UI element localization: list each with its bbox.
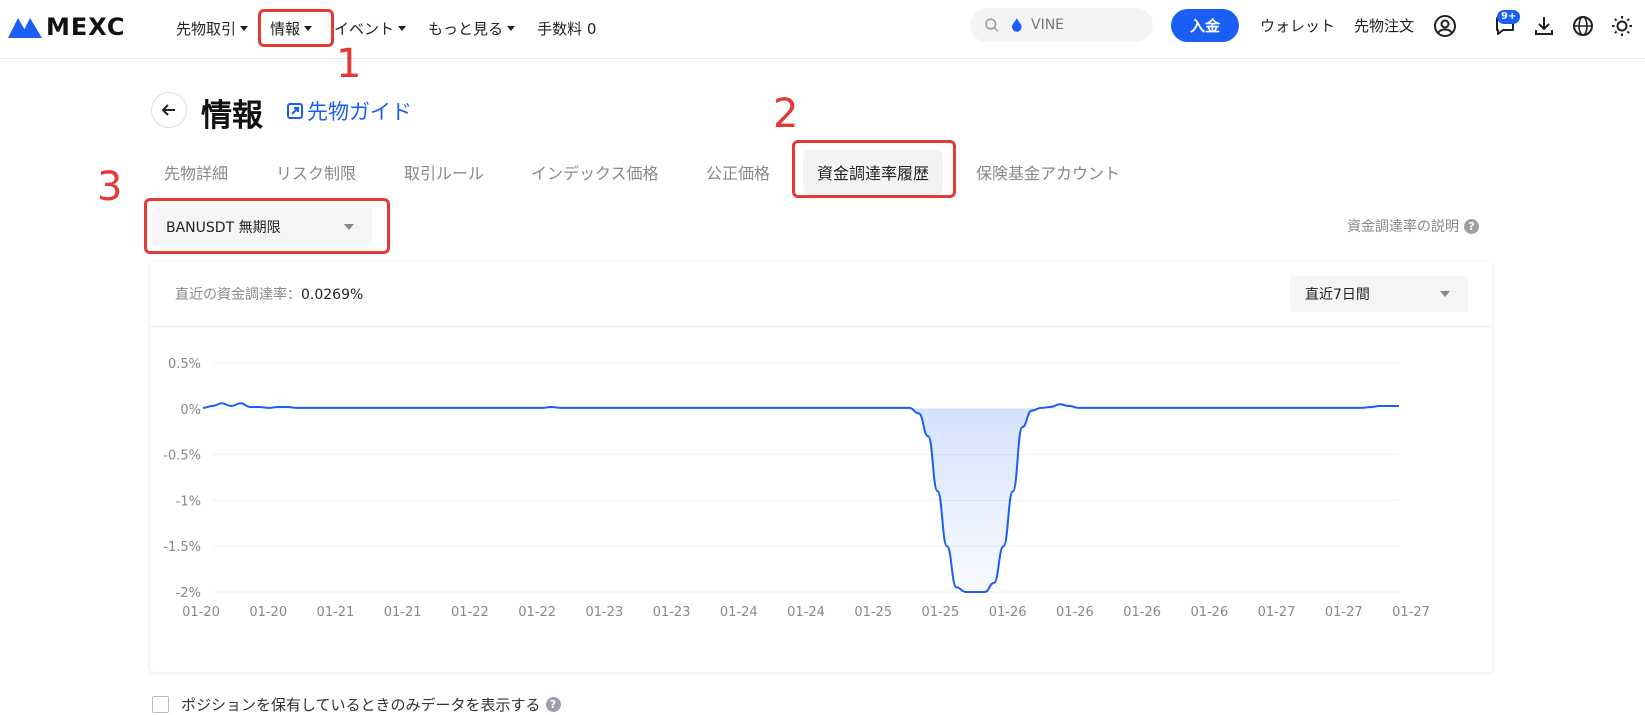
download-button[interactable]	[1531, 13, 1557, 39]
y-tick-label: -0.5%	[163, 449, 201, 464]
x-tick-label: 01-24	[787, 605, 825, 620]
search-icon	[985, 18, 999, 32]
tab-futures-details[interactable]: 先物詳細	[164, 160, 228, 184]
x-tick-label: 01-26	[989, 605, 1027, 620]
top-navigation-bar: MEXC 先物取引 情報 イベント もっと見る 手数料 0 入金 ウォレット 先…	[0, 0, 1645, 59]
nav-label: イベント	[334, 19, 395, 38]
tab-risk-limits[interactable]: リスク制限	[276, 160, 356, 184]
x-tick-label: 01-25	[854, 605, 892, 620]
guide-icon	[287, 103, 303, 119]
y-tick-label: -1.5%	[163, 540, 201, 555]
arrow-left-icon	[161, 104, 175, 116]
notification-badge: 9+	[1497, 10, 1521, 24]
page-title: 情報	[201, 98, 263, 134]
funding-rate-line	[202, 402, 1399, 593]
nav-fees[interactable]: 手数料 0	[537, 14, 596, 42]
mexc-logo-icon	[8, 18, 42, 38]
x-tick-label: 01-27	[1325, 605, 1363, 620]
nav-label: 先物取引	[176, 19, 237, 38]
language-button[interactable]	[1570, 13, 1596, 39]
x-tick-label: 01-20	[182, 605, 220, 620]
futures-orders-link[interactable]: 先物注文	[1354, 15, 1414, 36]
x-tick-label: 01-23	[585, 605, 623, 620]
futures-guide-link[interactable]: 先物ガイド	[286, 96, 412, 126]
nav-events[interactable]: イベント	[334, 14, 407, 42]
x-tick-label: 01-25	[922, 605, 960, 620]
x-tick-label: 01-22	[451, 605, 489, 620]
main-nav: 先物取引 情報 イベント もっと見る 手数料 0	[176, 14, 618, 42]
user-avatar-icon	[1434, 15, 1456, 37]
mexc-logo[interactable]: MEXC	[8, 12, 126, 42]
download-icon	[1535, 17, 1553, 35]
help-icon: ?	[545, 697, 561, 712]
deposit-button[interactable]: 入金	[1171, 9, 1239, 42]
tab-index-price[interactable]: インデックス価格	[531, 160, 659, 184]
caret-down-icon	[304, 25, 313, 31]
brand-name: MEXC	[46, 13, 126, 41]
x-tick-label: 01-26	[1190, 605, 1228, 620]
positions-only-label: ポジションを保有しているときのみデータを表示する	[181, 696, 541, 714]
symbol-select-value: BANUSDT 無期限	[166, 220, 281, 236]
sun-icon	[1612, 16, 1632, 36]
guide-label: 先物ガイド	[307, 100, 412, 124]
tab-funding-rate-history[interactable]: 資金調達率履歴	[803, 150, 944, 194]
wallet-link[interactable]: ウォレット	[1260, 15, 1335, 36]
x-tick-label: 01-26	[1123, 605, 1161, 620]
y-tick-label: 0%	[180, 403, 201, 418]
x-tick-label: 01-21	[384, 605, 422, 620]
y-tick-label: -2%	[176, 586, 201, 601]
positions-only-filter[interactable]: ポジションを保有しているときのみデータを表示する ?	[152, 694, 561, 715]
theme-toggle-button[interactable]	[1609, 13, 1635, 39]
tab-insurance-fund[interactable]: 保険基金アカウント	[976, 160, 1120, 184]
nav-futures-trading[interactable]: 先物取引	[176, 14, 249, 42]
funding-rate-card: 直近の資金調達率：0.0269% 直近7日間 0.5% 0% -0.5% -1% -1.…	[150, 262, 1492, 672]
x-tick-label: 01-22	[518, 605, 556, 620]
explanation-label: 資金調達率の説明	[1347, 219, 1459, 235]
nav-more[interactable]: もっと見る	[428, 14, 516, 42]
funding-rate-explanation-link[interactable]: 資金調達率の説明 ?	[1347, 216, 1479, 236]
annotation-number-3: 3	[97, 164, 123, 210]
caret-down-icon	[507, 25, 516, 31]
back-button[interactable]	[151, 92, 187, 128]
chevron-down-icon	[344, 224, 354, 230]
nav-label: もっと見る	[428, 19, 504, 38]
y-tick-label: 0.5%	[168, 357, 201, 372]
caret-down-icon	[240, 25, 249, 31]
x-tick-label: 01-27	[1258, 605, 1296, 620]
flame-icon	[1012, 18, 1023, 32]
funding-rate-chart: 0.5% 0% -0.5% -1% -1.5% -2% 01-20 01-20 01-21 01-…	[163, 357, 1430, 620]
search-box[interactable]	[970, 8, 1153, 42]
search-input[interactable]	[1029, 16, 1153, 34]
x-tick-label: 01-23	[653, 605, 691, 620]
x-tick-label: 01-20	[249, 605, 287, 620]
x-tick-label: 01-27	[1392, 605, 1430, 620]
x-tick-label: 01-21	[317, 605, 355, 620]
tab-trading-rules[interactable]: 取引ルール	[404, 160, 484, 184]
symbol-select[interactable]: BANUSDT 無期限	[152, 208, 372, 246]
tab-fair-price[interactable]: 公正価格	[706, 160, 770, 184]
account-button[interactable]	[1432, 13, 1458, 39]
x-tick-label: 01-24	[720, 605, 758, 620]
nav-info[interactable]: 情報	[270, 14, 313, 42]
y-tick-label: -1%	[176, 494, 201, 509]
nav-label: 情報	[270, 19, 301, 38]
x-tick-label: 01-26	[1056, 605, 1094, 620]
annotation-number-2: 2	[773, 91, 799, 137]
help-icon: ?	[1464, 218, 1479, 234]
annotation-number-1: 1	[336, 41, 362, 87]
caret-down-icon	[398, 25, 407, 31]
nav-label: 手数料 0	[537, 19, 597, 38]
positions-only-checkbox[interactable]	[152, 696, 169, 713]
globe-icon	[1573, 16, 1593, 36]
